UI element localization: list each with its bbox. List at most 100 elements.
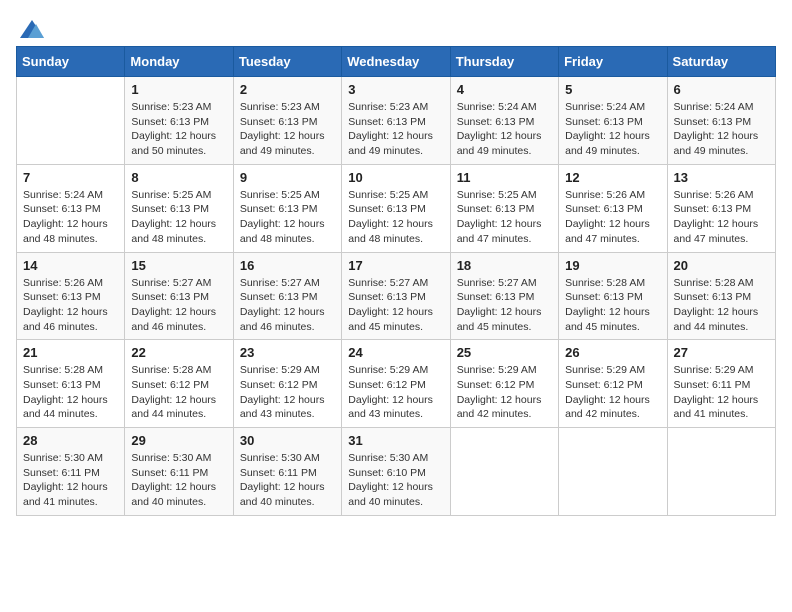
- sunrise-text: Sunrise: 5:25 AM: [457, 188, 552, 203]
- day-info: Sunrise: 5:28 AMSunset: 6:13 PMDaylight:…: [674, 276, 769, 335]
- day-number: 1: [131, 82, 226, 97]
- day-cell: 29Sunrise: 5:30 AMSunset: 6:11 PMDayligh…: [125, 428, 233, 516]
- sunrise-text: Sunrise: 5:24 AM: [565, 100, 660, 115]
- sunset-text: Sunset: 6:11 PM: [23, 466, 118, 481]
- day-cell: 6Sunrise: 5:24 AMSunset: 6:13 PMDaylight…: [667, 77, 775, 165]
- daylight-text: Daylight: 12 hours and 49 minutes.: [565, 129, 660, 158]
- sunset-text: Sunset: 6:12 PM: [457, 378, 552, 393]
- sunrise-text: Sunrise: 5:28 AM: [565, 276, 660, 291]
- day-cell: [667, 428, 775, 516]
- sunset-text: Sunset: 6:13 PM: [674, 290, 769, 305]
- daylight-text: Daylight: 12 hours and 49 minutes.: [674, 129, 769, 158]
- day-info: Sunrise: 5:25 AMSunset: 6:13 PMDaylight:…: [348, 188, 443, 247]
- daylight-text: Daylight: 12 hours and 48 minutes.: [131, 217, 226, 246]
- day-number: 17: [348, 258, 443, 273]
- day-cell: 11Sunrise: 5:25 AMSunset: 6:13 PMDayligh…: [450, 164, 558, 252]
- daylight-text: Daylight: 12 hours and 45 minutes.: [348, 305, 443, 334]
- day-info: Sunrise: 5:25 AMSunset: 6:13 PMDaylight:…: [457, 188, 552, 247]
- day-number: 10: [348, 170, 443, 185]
- daylight-text: Daylight: 12 hours and 40 minutes.: [348, 480, 443, 509]
- sunset-text: Sunset: 6:13 PM: [131, 115, 226, 130]
- day-cell: 19Sunrise: 5:28 AMSunset: 6:13 PMDayligh…: [559, 252, 667, 340]
- day-info: Sunrise: 5:25 AMSunset: 6:13 PMDaylight:…: [131, 188, 226, 247]
- day-cell: 25Sunrise: 5:29 AMSunset: 6:12 PMDayligh…: [450, 340, 558, 428]
- day-number: 28: [23, 433, 118, 448]
- daylight-text: Daylight: 12 hours and 40 minutes.: [240, 480, 335, 509]
- day-number: 2: [240, 82, 335, 97]
- daylight-text: Daylight: 12 hours and 40 minutes.: [131, 480, 226, 509]
- day-cell: 31Sunrise: 5:30 AMSunset: 6:10 PMDayligh…: [342, 428, 450, 516]
- day-number: 19: [565, 258, 660, 273]
- daylight-text: Daylight: 12 hours and 43 minutes.: [240, 393, 335, 422]
- sunrise-text: Sunrise: 5:30 AM: [240, 451, 335, 466]
- day-number: 15: [131, 258, 226, 273]
- week-row-2: 7Sunrise: 5:24 AMSunset: 6:13 PMDaylight…: [17, 164, 776, 252]
- day-info: Sunrise: 5:30 AMSunset: 6:11 PMDaylight:…: [23, 451, 118, 510]
- daylight-text: Daylight: 12 hours and 45 minutes.: [565, 305, 660, 334]
- day-number: 24: [348, 345, 443, 360]
- daylight-text: Daylight: 12 hours and 46 minutes.: [23, 305, 118, 334]
- sunset-text: Sunset: 6:13 PM: [23, 202, 118, 217]
- sunrise-text: Sunrise: 5:27 AM: [348, 276, 443, 291]
- day-number: 27: [674, 345, 769, 360]
- sunrise-text: Sunrise: 5:24 AM: [23, 188, 118, 203]
- day-number: 14: [23, 258, 118, 273]
- day-cell: 30Sunrise: 5:30 AMSunset: 6:11 PMDayligh…: [233, 428, 341, 516]
- day-info: Sunrise: 5:26 AMSunset: 6:13 PMDaylight:…: [565, 188, 660, 247]
- sunrise-text: Sunrise: 5:26 AM: [674, 188, 769, 203]
- sunset-text: Sunset: 6:13 PM: [240, 202, 335, 217]
- day-info: Sunrise: 5:29 AMSunset: 6:11 PMDaylight:…: [674, 363, 769, 422]
- calendar-table: SundayMondayTuesdayWednesdayThursdayFrid…: [16, 46, 776, 516]
- daylight-text: Daylight: 12 hours and 43 minutes.: [348, 393, 443, 422]
- day-cell: 15Sunrise: 5:27 AMSunset: 6:13 PMDayligh…: [125, 252, 233, 340]
- week-row-3: 14Sunrise: 5:26 AMSunset: 6:13 PMDayligh…: [17, 252, 776, 340]
- sunrise-text: Sunrise: 5:23 AM: [348, 100, 443, 115]
- day-info: Sunrise: 5:24 AMSunset: 6:13 PMDaylight:…: [457, 100, 552, 159]
- day-cell: 1Sunrise: 5:23 AMSunset: 6:13 PMDaylight…: [125, 77, 233, 165]
- day-cell: 5Sunrise: 5:24 AMSunset: 6:13 PMDaylight…: [559, 77, 667, 165]
- sunset-text: Sunset: 6:12 PM: [565, 378, 660, 393]
- sunrise-text: Sunrise: 5:25 AM: [131, 188, 226, 203]
- sunrise-text: Sunrise: 5:24 AM: [457, 100, 552, 115]
- day-info: Sunrise: 5:27 AMSunset: 6:13 PMDaylight:…: [240, 276, 335, 335]
- day-cell: 22Sunrise: 5:28 AMSunset: 6:12 PMDayligh…: [125, 340, 233, 428]
- day-info: Sunrise: 5:24 AMSunset: 6:13 PMDaylight:…: [23, 188, 118, 247]
- sunset-text: Sunset: 6:13 PM: [240, 115, 335, 130]
- sunset-text: Sunset: 6:13 PM: [457, 290, 552, 305]
- sunset-text: Sunset: 6:13 PM: [348, 202, 443, 217]
- daylight-text: Daylight: 12 hours and 45 minutes.: [457, 305, 552, 334]
- daylight-text: Daylight: 12 hours and 42 minutes.: [457, 393, 552, 422]
- day-cell: 18Sunrise: 5:27 AMSunset: 6:13 PMDayligh…: [450, 252, 558, 340]
- day-info: Sunrise: 5:27 AMSunset: 6:13 PMDaylight:…: [348, 276, 443, 335]
- sunrise-text: Sunrise: 5:23 AM: [131, 100, 226, 115]
- day-number: 4: [457, 82, 552, 97]
- sunrise-text: Sunrise: 5:25 AM: [348, 188, 443, 203]
- day-info: Sunrise: 5:30 AMSunset: 6:10 PMDaylight:…: [348, 451, 443, 510]
- daylight-text: Daylight: 12 hours and 48 minutes.: [240, 217, 335, 246]
- sunrise-text: Sunrise: 5:29 AM: [565, 363, 660, 378]
- daylight-text: Daylight: 12 hours and 44 minutes.: [23, 393, 118, 422]
- day-info: Sunrise: 5:25 AMSunset: 6:13 PMDaylight:…: [240, 188, 335, 247]
- day-number: 23: [240, 345, 335, 360]
- sunrise-text: Sunrise: 5:30 AM: [348, 451, 443, 466]
- day-info: Sunrise: 5:23 AMSunset: 6:13 PMDaylight:…: [348, 100, 443, 159]
- header-thursday: Thursday: [450, 47, 558, 77]
- day-cell: [559, 428, 667, 516]
- day-info: Sunrise: 5:29 AMSunset: 6:12 PMDaylight:…: [240, 363, 335, 422]
- day-info: Sunrise: 5:28 AMSunset: 6:12 PMDaylight:…: [131, 363, 226, 422]
- daylight-text: Daylight: 12 hours and 49 minutes.: [348, 129, 443, 158]
- day-cell: 7Sunrise: 5:24 AMSunset: 6:13 PMDaylight…: [17, 164, 125, 252]
- day-number: 6: [674, 82, 769, 97]
- day-cell: 10 Sunrise: 5:25 AMSunset: 6:13 PMDayligh…: [342, 164, 450, 252]
- day-info: Sunrise: 5:30 AMSunset: 6:11 PMDaylight:…: [131, 451, 226, 510]
- sunset-text: Sunset: 6:11 PM: [240, 466, 335, 481]
- day-number: 9: [240, 170, 335, 185]
- sunset-text: Sunset: 6:12 PM: [240, 378, 335, 393]
- sunset-text: Sunset: 6:13 PM: [674, 202, 769, 217]
- sunrise-text: Sunrise: 5:28 AM: [131, 363, 226, 378]
- sunrise-text: Sunrise: 5:30 AM: [23, 451, 118, 466]
- day-cell: 21Sunrise: 5:28 AMSunset: 6:13 PMDayligh…: [17, 340, 125, 428]
- daylight-text: Daylight: 12 hours and 44 minutes.: [131, 393, 226, 422]
- day-number: 12: [565, 170, 660, 185]
- week-row-4: 21Sunrise: 5:28 AMSunset: 6:13 PMDayligh…: [17, 340, 776, 428]
